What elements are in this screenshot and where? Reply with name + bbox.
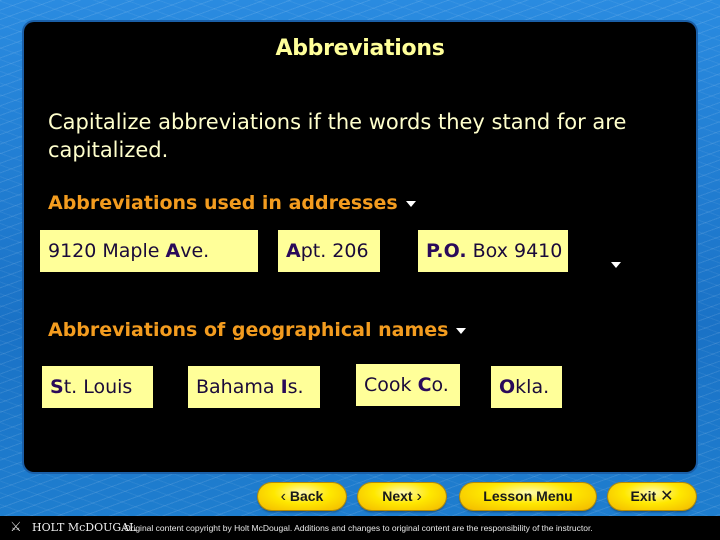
capital-letter: A: [165, 240, 181, 262]
chevron-right-icon: ›: [416, 488, 422, 505]
example-box: St. Louis: [42, 366, 153, 408]
capital-letter: I: [280, 376, 288, 398]
example-box: Bahama Is.: [188, 366, 320, 408]
example-box: Cook Co.: [356, 364, 460, 406]
lesson-menu-button[interactable]: Lesson Menu: [460, 483, 596, 510]
rule-text: Capitalize abbreviations if the words th…: [48, 110, 627, 162]
slide-panel: Abbreviations Capitalize abbreviations i…: [24, 22, 696, 472]
example-text: o.: [431, 374, 449, 396]
holt-logo-icon: ⚔: [10, 520, 22, 535]
exit-label: Exit: [630, 488, 657, 504]
copyright-text: Original content copyright by Holt McDou…: [124, 523, 593, 533]
example-text: Box 9410: [466, 240, 563, 262]
example-text: ve.: [180, 240, 210, 262]
example-text: 9120 Maple: [48, 240, 166, 262]
example-box: 9120 Maple Ave.: [40, 230, 258, 272]
section-heading-geography: Abbreviations of geographical names: [48, 319, 467, 341]
section-heading-text: Abbreviations of geographical names: [48, 319, 449, 341]
example-text: kla.: [515, 376, 550, 398]
section-heading-addresses: Abbreviations used in addresses: [48, 192, 416, 214]
close-icon: ✕: [660, 488, 674, 505]
capital-letter: A: [286, 240, 301, 262]
slide-title: Abbreviations: [275, 36, 445, 61]
example-text: s.: [287, 376, 304, 398]
capital-letter: O: [499, 376, 516, 398]
example-text: pt. 206: [300, 240, 369, 262]
capital-letter: S: [50, 376, 64, 398]
publisher-logo: HOLT McDOUGAL: [32, 521, 137, 534]
back-button[interactable]: ‹ Back: [258, 483, 346, 510]
example-text: Cook: [364, 374, 418, 396]
footer: ⚔ HOLT McDOUGAL Original content copyrig…: [0, 516, 720, 540]
back-label: Back: [289, 488, 324, 504]
animation-marker-icon: [405, 200, 416, 207]
lesson-menu-label: Lesson Menu: [483, 488, 573, 504]
next-label: Next: [382, 488, 413, 504]
example-box: P.O. Box 9410: [418, 230, 568, 272]
exit-button[interactable]: Exit ✕: [608, 483, 696, 510]
example-box: Okla.: [491, 366, 562, 408]
example-text: t. Louis: [63, 376, 133, 398]
example-text: Bahama: [196, 376, 281, 398]
section-heading-text: Abbreviations used in addresses: [48, 192, 398, 214]
capital-letter: C: [417, 374, 432, 396]
animation-marker-icon: [611, 262, 621, 268]
capital-letter: P.O.: [426, 240, 467, 262]
chevron-left-icon: ‹: [280, 488, 286, 505]
next-button[interactable]: Next ›: [358, 483, 446, 510]
animation-marker-icon: [456, 327, 467, 334]
example-box: Apt. 206: [278, 230, 380, 272]
